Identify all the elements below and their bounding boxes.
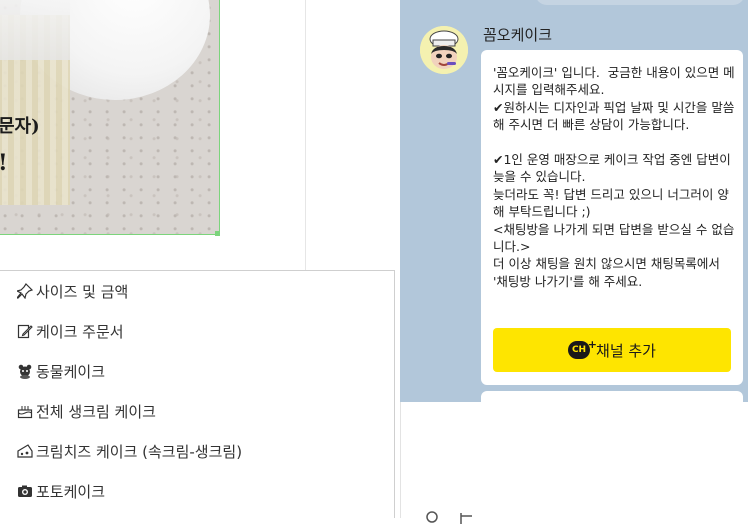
cake-icon: [16, 403, 33, 420]
plus-icon: +: [587, 338, 598, 351]
next-message-bubble: [481, 391, 743, 402]
add-channel-label: 채널 추가: [596, 341, 656, 360]
channel-icon-text: CH: [571, 345, 587, 355]
attach-file-icon[interactable]: [459, 510, 475, 526]
message-input-area[interactable]: [400, 402, 748, 524]
photo-wrapper: [0, 0, 70, 60]
menu-item-label: 사이즈 및 금액: [36, 282, 129, 301]
previous-message-bubble: [535, 0, 745, 5]
menu-item-label: 전체 생크림 케이크: [36, 402, 156, 421]
menu-item-cream-cheese-cake[interactable]: 크림치즈 케이크 (속크림-생크림): [16, 437, 242, 465]
product-page: 문자) ! 사이즈 및 금액 케이크 주문서 동물케이크 전체: [0, 0, 400, 518]
channel-name: 꼼오케이크: [483, 26, 553, 44]
menu-item-photo-cake[interactable]: 포토케이크: [16, 477, 105, 505]
pin-icon: [16, 283, 33, 300]
cake-photo[interactable]: 문자) !: [0, 0, 220, 235]
greeting-text: '꼼오케이크' 입니다. 궁금한 내용이 있으면 메시지를 입력해주세요. ✔원…: [493, 65, 735, 289]
menu-item-label: 케이크 주문서: [36, 322, 124, 341]
add-channel-button[interactable]: CH + 채널 추가: [493, 328, 731, 372]
cheese-icon: [16, 443, 33, 460]
photo-handwriting-2: !: [0, 150, 8, 176]
chef-avatar-icon: [420, 26, 468, 74]
menu-item-animal-cake[interactable]: 동물케이크: [16, 357, 105, 385]
greeting-message: '꼼오케이크' 입니다. 궁금한 내용이 있으면 메시지를 입력해주세요. ✔원…: [481, 50, 743, 385]
menu-item-whipped-cream-cake[interactable]: 전체 생크림 케이크: [16, 397, 156, 425]
channel-avatar[interactable]: [420, 26, 468, 74]
category-menu: 사이즈 및 금액 케이크 주문서 동물케이크 전체 생크림 케이크 크림치즈 케…: [0, 270, 395, 518]
menu-item-label: 동물케이크: [36, 362, 106, 381]
resize-handle[interactable]: [215, 231, 220, 236]
vertical-divider: [305, 0, 306, 270]
channel-add-icon: CH +: [568, 338, 597, 359]
bear-icon: [16, 363, 33, 380]
search-icon[interactable]: [425, 510, 441, 526]
menu-item-size-price[interactable]: 사이즈 및 금액: [16, 277, 128, 305]
menu-item-order-form[interactable]: 케이크 주문서: [16, 317, 124, 345]
photo-handwriting-1: 문자): [0, 116, 40, 137]
camera-icon: [16, 483, 33, 500]
menu-item-label: 크림치즈 케이크 (속크림-생크림): [36, 442, 243, 461]
menu-item-label: 포토케이크: [36, 482, 106, 501]
edit-icon: [16, 323, 33, 340]
